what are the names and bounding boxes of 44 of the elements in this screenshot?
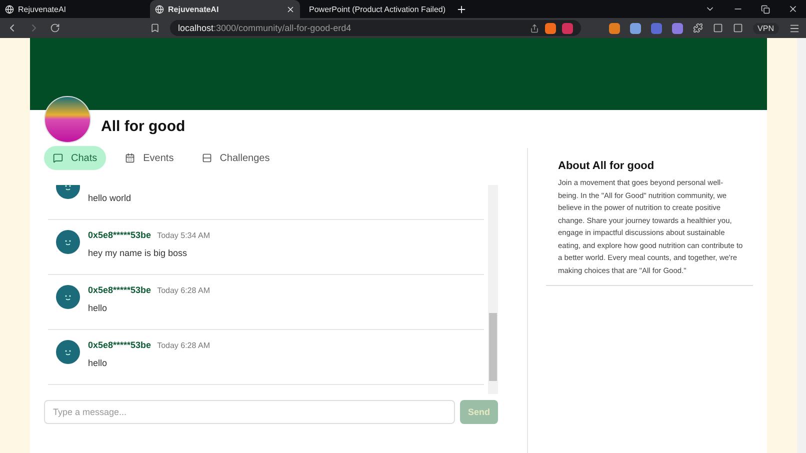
share-icon[interactable] xyxy=(530,24,539,32)
extension-icon[interactable] xyxy=(630,22,641,34)
close-icon[interactable] xyxy=(788,4,798,14)
browser-tab[interactable]: RejuvenateAI xyxy=(150,0,300,18)
tab[interactable]: Chats xyxy=(44,146,106,170)
message-time: Today 6:28 AM xyxy=(157,286,210,295)
restore-icon[interactable] xyxy=(761,4,770,14)
message-text: hello xyxy=(88,358,108,368)
new-tab-icon[interactable] xyxy=(456,4,467,14)
globe-icon xyxy=(155,4,164,14)
message-time: Today 5:34 AM xyxy=(157,231,210,240)
avatar-icon xyxy=(56,340,80,364)
tab[interactable]: Events xyxy=(116,146,183,170)
avatar-icon xyxy=(56,230,80,254)
author-name: 0x5e8*****53be xyxy=(88,285,152,295)
puzzle-icon[interactable] xyxy=(692,23,703,33)
about-title: About All for good xyxy=(558,160,656,172)
community-title: All for good xyxy=(101,118,186,134)
tab[interactable]: Challenges xyxy=(192,146,279,170)
message-text: hey my name is big boss xyxy=(88,248,188,258)
globe-icon xyxy=(5,4,14,14)
browser-tab[interactable]: RejuvenateAI xyxy=(0,0,150,18)
message-time: Today 6:28 AM xyxy=(157,341,210,350)
reload-icon[interactable] xyxy=(50,23,60,33)
browser-tab[interactable]: PowerPoint (Product Activation Failed) xyxy=(300,0,450,18)
author-name: 0x5e8*****53be xyxy=(88,340,152,350)
avatar-icon xyxy=(56,285,80,309)
menu-icon[interactable] xyxy=(789,22,800,34)
scrollbar[interactable] xyxy=(488,185,498,394)
page-scrollbar[interactable] xyxy=(797,38,806,453)
close-icon[interactable] xyxy=(286,4,295,14)
calendar-icon xyxy=(125,153,136,163)
author-name: 0x5e8*****53be xyxy=(88,230,152,240)
rows-icon xyxy=(202,153,212,163)
address-bar[interactable]: localhost:3000/community/all-for-good-erd4 xyxy=(170,20,581,36)
vpn-button[interactable]: VPN xyxy=(752,22,779,34)
message-input[interactable]: Type a message... xyxy=(44,400,455,424)
url-text: localhost:3000/community/all-for-good-erd4 xyxy=(178,23,352,33)
bookmark-icon[interactable] xyxy=(150,23,160,33)
message-text: hello world xyxy=(88,193,132,203)
extension-icon[interactable] xyxy=(672,22,683,34)
extension-icon[interactable] xyxy=(650,22,662,34)
chat-icon xyxy=(53,153,63,163)
message-text: hello xyxy=(88,303,108,313)
